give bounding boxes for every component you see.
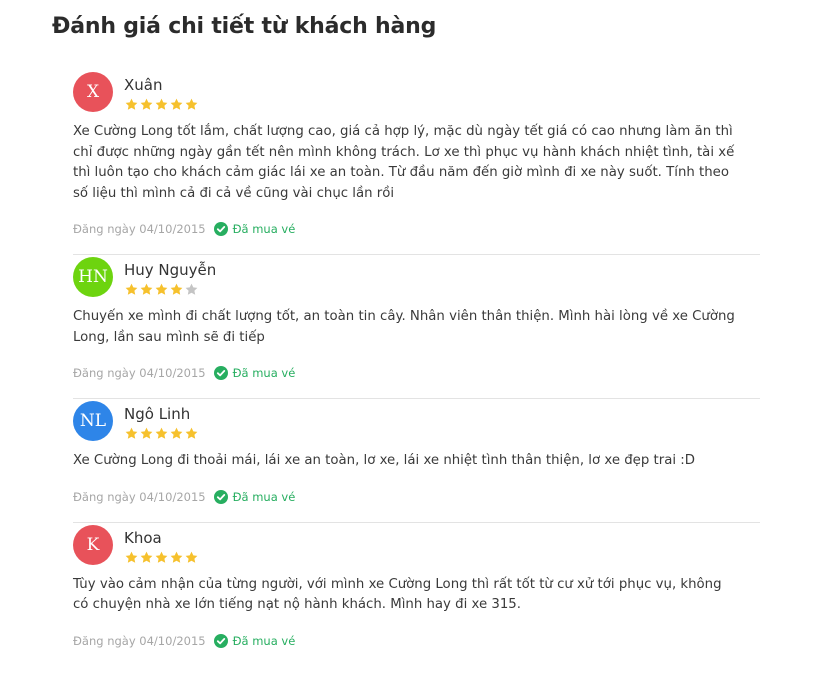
star-filled-icon [140,427,153,439]
star-filled-icon [170,98,183,110]
reviewer-name: Huy Nguyễn [124,261,217,279]
review-date: Đăng ngày 04/10/2015 [73,222,206,236]
review-header: X Xuân [73,70,760,114]
review-text: Tùy vào cảm nhận của từng người, với mìn… [73,576,722,613]
review-header: NL Ngô Linh [73,399,760,443]
star-filled-icon [155,283,168,295]
reviewer-name: Khoa [124,528,162,547]
review-date: Đăng ngày 04/10/2015 [73,633,206,648]
star-filled-icon [140,551,153,563]
star-filled-icon [170,427,183,439]
review-item: K Khoa Tùy vào cảm nhận của từng người, … [73,523,760,651]
review-date: Đăng ngày 04/10/2015 [73,489,206,504]
star-filled-icon [155,98,168,110]
review-header: HN Huy Nguyễn [73,255,760,299]
review-text: Chuyến xe mình đi chất lượng tốt, an toà… [73,309,735,345]
avatar: K [73,524,113,565]
star-filled-icon [125,98,138,110]
star-empty-icon [185,283,198,295]
review-item: HN Huy Nguyễn Chuyến xe mình đi chất lượ… [73,255,760,399]
star-filled-icon [155,551,168,563]
star-filled-icon [185,551,198,563]
verified-check-icon [213,222,228,236]
review-text: Xe Cường Long đi thoải mái, lái xe an to… [73,453,695,468]
page-title: Đánh giá chi tiết từ khách hàng [52,14,437,39]
star-filled-icon [125,427,138,439]
review-header: K Khoa [73,523,760,567]
star-filled-icon [170,283,183,295]
star-rating [125,98,198,111]
avatar: NL [73,401,113,441]
verified-purchase-label: Đã mua vé [232,489,296,504]
star-rating [125,427,198,440]
review-meta: Đăng ngày 04/10/2015 Đã mua vé [73,631,760,651]
review-list: X Xuân Xe Cường Long tốt lắm, chất lượng… [73,70,760,666]
star-filled-icon [140,98,153,110]
reviewer-name: Ngô Linh [124,405,191,423]
avatar: X [73,72,113,112]
review-date: Đăng ngày 04/10/2015 [73,366,206,380]
avatar: HN [73,257,113,297]
star-filled-icon [155,427,168,439]
review-meta: Đăng ngày 04/10/2015 Đã mua vé [73,363,760,383]
review-meta: Đăng ngày 04/10/2015 Đã mua vé [73,219,760,239]
verified-check-icon [213,489,228,504]
review-meta: Đăng ngày 04/10/2015 Đã mua vé [73,487,760,507]
verified-purchase-label: Đã mua vé [232,366,296,380]
star-filled-icon [170,551,183,563]
reviewer-name: Xuân [124,76,163,94]
star-rating [125,551,198,564]
star-filled-icon [185,427,198,439]
star-filled-icon [140,283,153,295]
review-text: Xe Cường Long tốt lắm, chất lượng cao, g… [73,124,735,201]
verified-purchase-label: Đã mua vé [232,633,296,648]
review-item: X Xuân Xe Cường Long tốt lắm, chất lượng… [73,70,760,255]
verified-check-icon [213,366,228,380]
star-filled-icon [125,551,138,563]
star-rating [125,283,198,296]
star-filled-icon [125,283,138,295]
review-item: NL Ngô Linh Xe Cường Long đi thoải mái, … [73,399,760,523]
star-filled-icon [185,98,198,110]
verified-purchase-label: Đã mua vé [232,222,296,236]
verified-check-icon [213,633,228,648]
